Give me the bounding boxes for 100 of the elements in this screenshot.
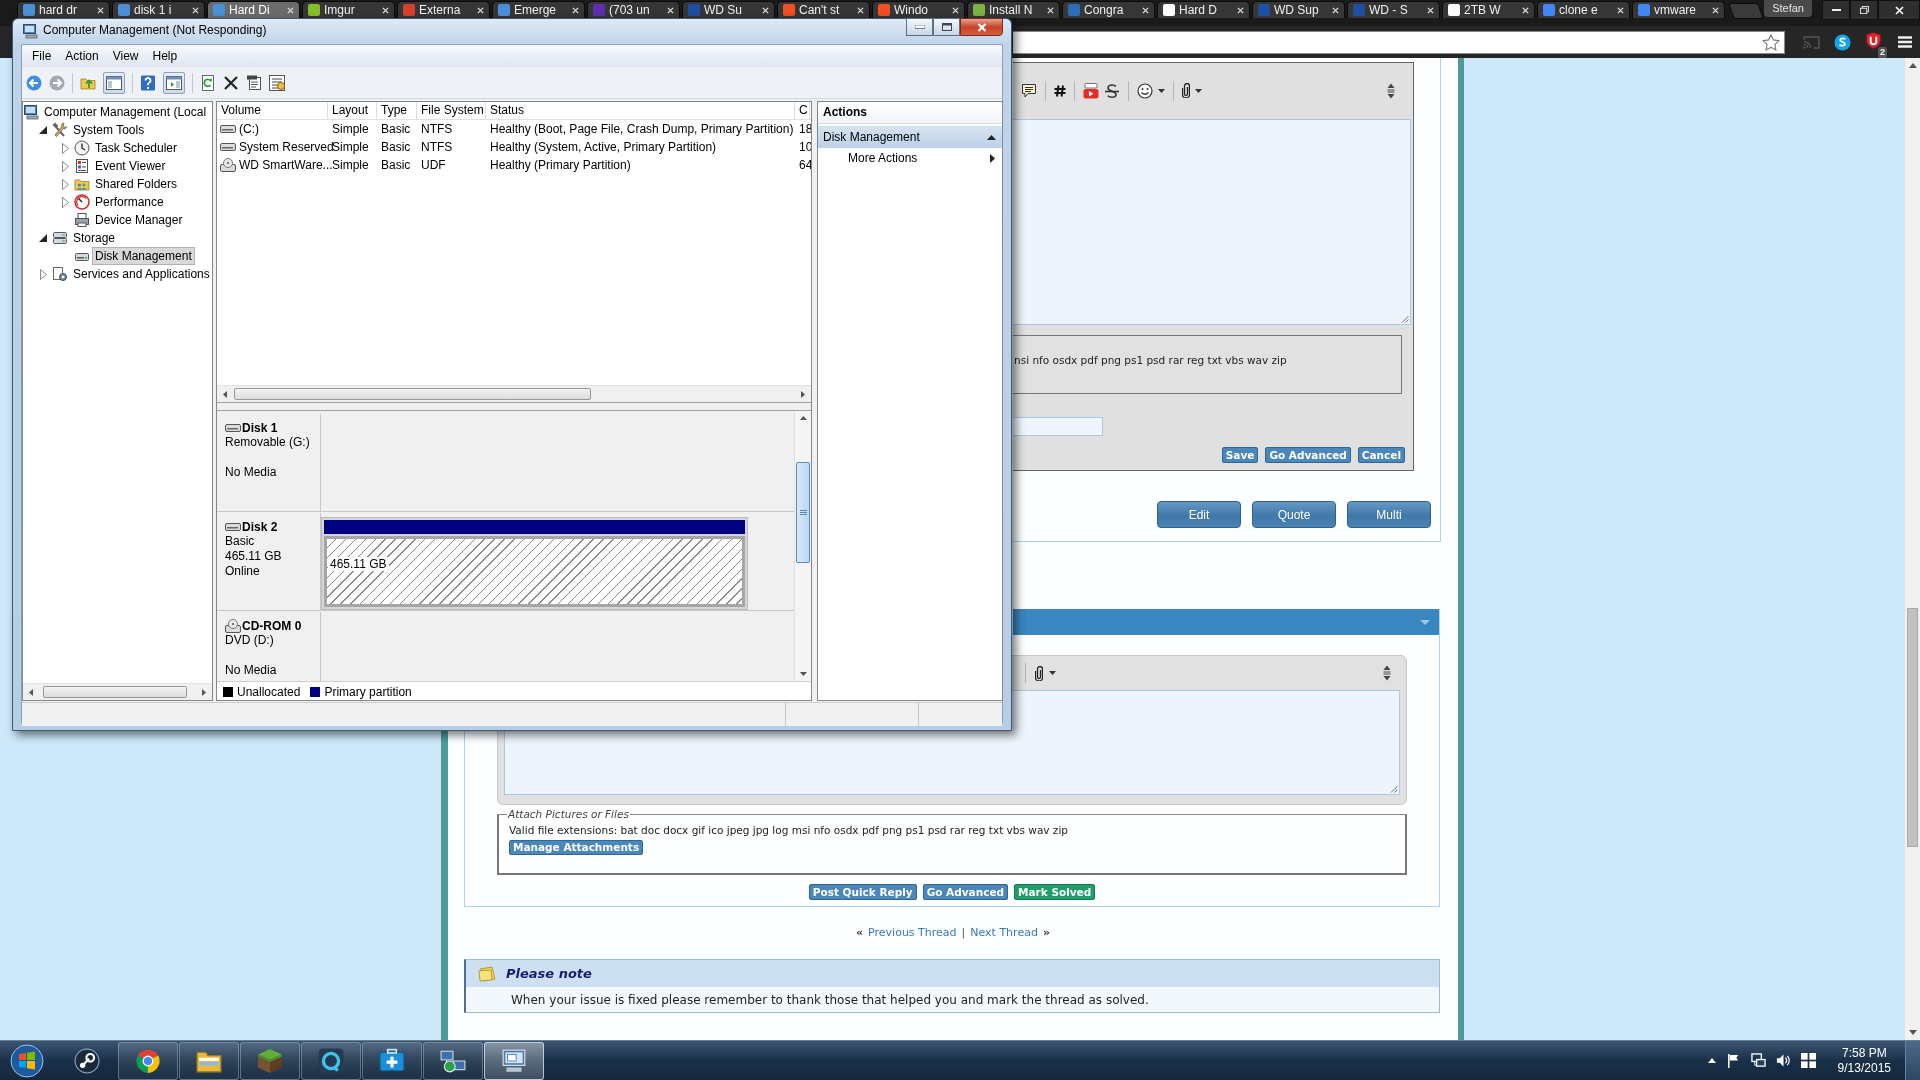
action-item[interactable]: More Actions — [818, 148, 1002, 168]
close-button[interactable] — [960, 18, 1003, 36]
column-header[interactable]: Type — [377, 102, 417, 119]
video-icon[interactable] — [1083, 82, 1099, 99]
properties-icon[interactable] — [246, 74, 262, 91]
paperclip-icon[interactable] — [1035, 665, 1043, 681]
help-icon[interactable] — [140, 74, 156, 91]
editor-button[interactable]: Go Advanced — [1265, 447, 1351, 463]
close-icon[interactable] — [762, 6, 769, 14]
scrollbar-thumb[interactable] — [1907, 608, 1918, 847]
scroll-up-icon[interactable] — [1908, 63, 1917, 68]
editor-button[interactable]: Cancel — [1357, 447, 1405, 463]
submit-button[interactable]: Post Quick Reply — [808, 884, 917, 900]
chat-logo-icon[interactable] — [1834, 33, 1851, 51]
submit-button[interactable]: Go Advanced — [922, 884, 1009, 900]
browser-tab[interactable]: vmware — [1632, 1, 1725, 18]
tree-arrow-icon[interactable] — [39, 234, 47, 242]
scroll-down-icon[interactable] — [799, 672, 807, 676]
close-icon[interactable] — [1142, 6, 1149, 14]
tree-arrow-icon[interactable] — [39, 126, 47, 134]
post-action-button[interactable]: Quote — [1252, 501, 1336, 528]
column-header[interactable]: Layout — [328, 102, 377, 119]
restore-button[interactable] — [1850, 0, 1878, 20]
up-down-arrows-icon[interactable] — [1383, 665, 1391, 681]
up-down-arrows-icon[interactable] — [1387, 82, 1395, 99]
four-squares-icon[interactable] — [1800, 1053, 1816, 1068]
chevron-up-icon[interactable] — [1707, 1058, 1716, 1063]
taskbar-button[interactable] — [484, 1041, 544, 1080]
partition-region[interactable]: 465.11 GB — [324, 536, 745, 607]
browser-tab[interactable]: Imgur — [302, 1, 395, 18]
address-bar[interactable] — [1013, 30, 1785, 54]
toggle-button[interactable] — [163, 71, 185, 94]
browser-tab[interactable]: Windo — [872, 1, 965, 18]
close-icon[interactable] — [1047, 6, 1054, 14]
browser-tab[interactable]: Install N — [967, 1, 1060, 18]
column-header[interactable]: File System — [417, 102, 486, 119]
horizontal-scrollbar[interactable] — [23, 683, 212, 700]
browser-tab[interactable]: WD - S — [1347, 1, 1440, 18]
strikethrough-icon[interactable] — [1104, 82, 1120, 99]
close-icon[interactable] — [192, 6, 199, 14]
post-action-button[interactable]: Multi — [1347, 501, 1431, 528]
browser-tab[interactable]: disk 1 i — [112, 1, 205, 18]
close-icon[interactable] — [287, 6, 294, 14]
browser-tab[interactable]: WD Su — [682, 1, 775, 18]
close-icon[interactable] — [857, 6, 864, 14]
vertical-scrollbar[interactable] — [794, 411, 811, 681]
browser-tab[interactable]: Hard D — [1157, 1, 1250, 18]
hash-icon[interactable] — [1054, 84, 1066, 97]
resize-grip-icon[interactable] — [1390, 785, 1398, 793]
close-icon[interactable] — [952, 6, 959, 14]
taskbar-button[interactable] — [301, 1041, 361, 1080]
refresh-icon[interactable] — [200, 74, 216, 91]
close-icon[interactable] — [1617, 6, 1624, 14]
close-icon[interactable] — [1427, 6, 1434, 14]
page-scrollbar[interactable] — [1904, 58, 1920, 1040]
column-header[interactable]: Status — [486, 102, 795, 119]
scroll-left-icon[interactable] — [29, 688, 33, 696]
start-orb-icon[interactable] — [10, 1043, 44, 1078]
taskbar-button[interactable] — [362, 1041, 422, 1080]
close-icon[interactable] — [1712, 6, 1719, 14]
scroll-up-icon[interactable] — [799, 416, 807, 420]
browser-tab[interactable]: Can't st — [777, 1, 870, 18]
clock-button[interactable]: 7:58 PM 9/13/2015 — [1833, 1045, 1895, 1076]
tree-item[interactable]: Disk Management — [92, 247, 195, 265]
menu-item[interactable]: Action — [58, 47, 106, 65]
column-header[interactable]: Volume — [217, 102, 328, 119]
caret-icon[interactable] — [1049, 671, 1056, 675]
speech-bubble-icon[interactable] — [1021, 82, 1037, 99]
resize-grip-icon[interactable] — [1401, 315, 1409, 323]
tree-item[interactable]: Services and Applications — [70, 265, 212, 283]
network-icon[interactable] — [1750, 1053, 1766, 1068]
caret-icon[interactable] — [1158, 88, 1165, 93]
close-icon[interactable] — [382, 6, 389, 14]
close-icon[interactable] — [1237, 6, 1244, 14]
tree-item[interactable]: Task Scheduler — [92, 139, 181, 157]
column-header[interactable]: C — [795, 102, 810, 119]
scrollbar-thumb[interactable] — [234, 388, 591, 400]
scroll-right-icon[interactable] — [801, 390, 805, 398]
browser-tab[interactable]: WD Sup — [1252, 1, 1345, 18]
close-icon[interactable] — [1332, 6, 1339, 14]
scrollbar-thumb[interactable] — [796, 462, 810, 563]
taskbar-button[interactable] — [423, 1041, 483, 1080]
star-icon[interactable] — [1762, 33, 1780, 51]
browser-tab[interactable]: (703 un — [587, 1, 680, 18]
list-icon[interactable] — [269, 74, 285, 91]
collapse-triangle-icon[interactable] — [987, 134, 996, 140]
tree-item[interactable]: Performance — [92, 193, 167, 211]
next-thread-link[interactable]: Next Thread — [970, 926, 1038, 942]
profile-button[interactable]: Stefan — [1764, 0, 1812, 17]
close-icon[interactable] — [97, 6, 104, 14]
volume-icon[interactable] — [1775, 1053, 1791, 1068]
manage-attachments-button[interactable]: Manage Attachments — [509, 840, 644, 855]
scroll-right-icon[interactable] — [202, 688, 206, 696]
browser-tab[interactable]: Congra — [1062, 1, 1155, 18]
tree-item[interactable]: Shared Folders — [92, 175, 181, 193]
shield-icon[interactable] — [1865, 31, 1882, 49]
actions-section[interactable]: Disk Management — [818, 126, 1002, 148]
scroll-left-icon[interactable] — [223, 390, 227, 398]
menu-item[interactable]: Help — [145, 47, 185, 65]
tree-item[interactable]: Event Viewer — [92, 157, 169, 175]
